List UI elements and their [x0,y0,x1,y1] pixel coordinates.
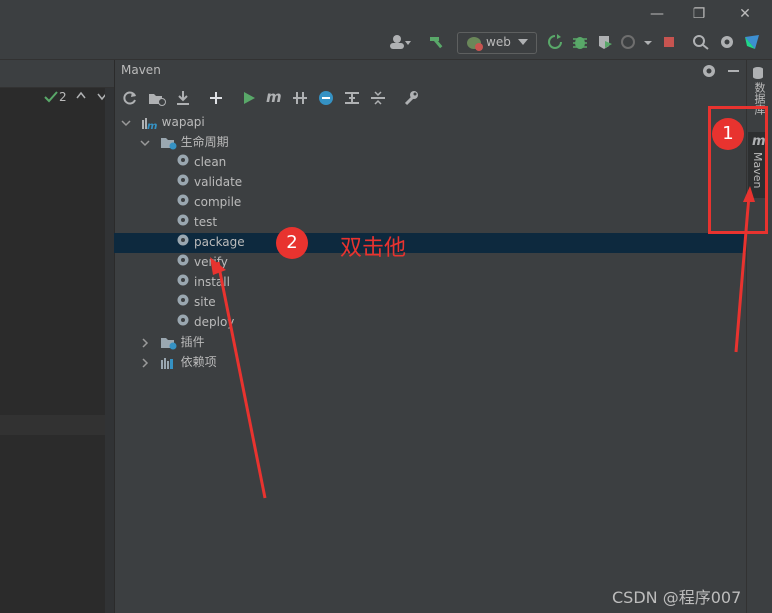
lifecycle-phase-0[interactable]: clean [176,152,226,172]
inspection-count: 2 [59,90,67,104]
tree-root-item[interactable]: m wapapi [120,112,205,132]
build-hammer-icon[interactable] [428,34,446,52]
main-toolbar [0,28,772,60]
lifecycle-phase-label: validate [194,175,243,189]
lifecycle-phase-label: compile [194,195,242,209]
chevron-down-icon [140,139,150,146]
dependencies-icon [160,356,177,370]
watermark: CSDN @程序007 [612,588,742,607]
gear-icon [176,233,194,253]
lifecycle-phase-7[interactable]: site [176,292,216,312]
lifecycle-label: 生命周期 [180,135,229,149]
lifecycle-phase-label: deploy [194,315,235,329]
dependencies-label: 依赖项 [180,355,217,369]
editor-area[interactable] [0,60,114,613]
lifecycle-phase-label: test [194,215,218,229]
plugins-label: 插件 [180,335,205,349]
lifecycle-phase-8[interactable]: deploy [176,312,234,332]
annotation-note: 双击他 [340,236,407,261]
gear-icon [176,213,194,233]
annotation-badge-1: 1 [712,118,744,150]
run-config-label: web [486,35,511,49]
svg-text:m: m [147,121,157,130]
restore-button[interactable]: ❐ [676,0,722,28]
lifecycle-phase-label: package [194,235,245,249]
lifecycle-phase-1[interactable]: validate [176,172,242,192]
download-icon[interactable] [175,90,193,109]
panel-settings-icon[interactable] [701,63,717,79]
lifecycle-phase-label: install [194,275,230,289]
maven-project-icon: m [141,116,158,132]
settings-gear-icon[interactable] [718,34,736,52]
lifecycle-phase-3[interactable]: test [176,212,217,232]
plugins-folder-icon [160,336,177,350]
run-icon[interactable] [241,90,257,109]
minimize-button[interactable]: — [634,0,680,28]
user-icon[interactable] [388,34,412,52]
gear-icon [176,173,194,193]
ide-logo-icon[interactable] [743,34,761,52]
close-button[interactable]: ✕ [722,0,768,28]
lifecycle-phase-5[interactable]: verify [176,252,228,272]
lifecycle-phase-4[interactable]: package [176,232,245,252]
dependencies-node[interactable]: 依赖项 [139,352,217,372]
lifecycle-node[interactable]: 生命周期 [139,132,229,152]
lifecycle-folder-icon [160,136,177,150]
lifecycle-phase-6[interactable]: install [176,272,230,292]
add-icon[interactable] [208,90,224,109]
chevron-right-icon [142,337,149,348]
stop-icon[interactable] [660,34,678,52]
chevron-down-icon [518,39,528,45]
database-icon [751,66,767,80]
profiler-icon[interactable] [620,34,638,52]
gear-icon [176,273,194,293]
gear-icon [176,153,194,173]
chevron-up-icon[interactable] [76,90,88,104]
maven-settings-wrench-icon[interactable] [403,90,419,109]
lifecycle-phase-label: site [194,295,216,309]
debug-icon[interactable] [571,34,589,52]
lifecycle-phase-2[interactable]: compile [176,192,241,212]
reload-icon[interactable] [122,90,138,109]
project-name: wapapi [161,115,205,129]
toggle-offline-icon[interactable] [292,90,308,109]
lifecycle-phase-label: clean [194,155,227,169]
gear-icon [176,313,194,333]
gear-icon [176,193,194,213]
show-dependencies-icon[interactable] [344,90,360,109]
chevron-right-icon [142,357,149,368]
panel-title: Maven [121,63,161,77]
plugins-node[interactable]: 插件 [139,332,205,352]
collapse-all-icon[interactable] [370,90,386,109]
editor-divider [0,415,105,435]
search-icon[interactable] [692,34,710,52]
execute-goal-icon[interactable]: m [266,88,282,106]
generate-sources-icon[interactable] [148,90,166,109]
run-options-chevron-icon[interactable] [643,34,653,52]
rerun-icon[interactable] [546,34,564,52]
gear-icon [176,253,194,273]
gear-icon [176,293,194,313]
annotation-badge-2: 2 [276,227,308,259]
tomcat-icon [467,37,483,51]
editor-header [0,60,114,88]
editor-scrollbar[interactable] [105,88,114,613]
chevron-down-icon [121,119,131,126]
panel-hide-icon[interactable] [726,63,742,79]
run-config-selector[interactable]: web [457,32,537,54]
lifecycle-phase-label: verify [194,255,228,269]
skip-tests-icon[interactable] [318,90,334,109]
coverage-icon[interactable] [596,34,614,52]
